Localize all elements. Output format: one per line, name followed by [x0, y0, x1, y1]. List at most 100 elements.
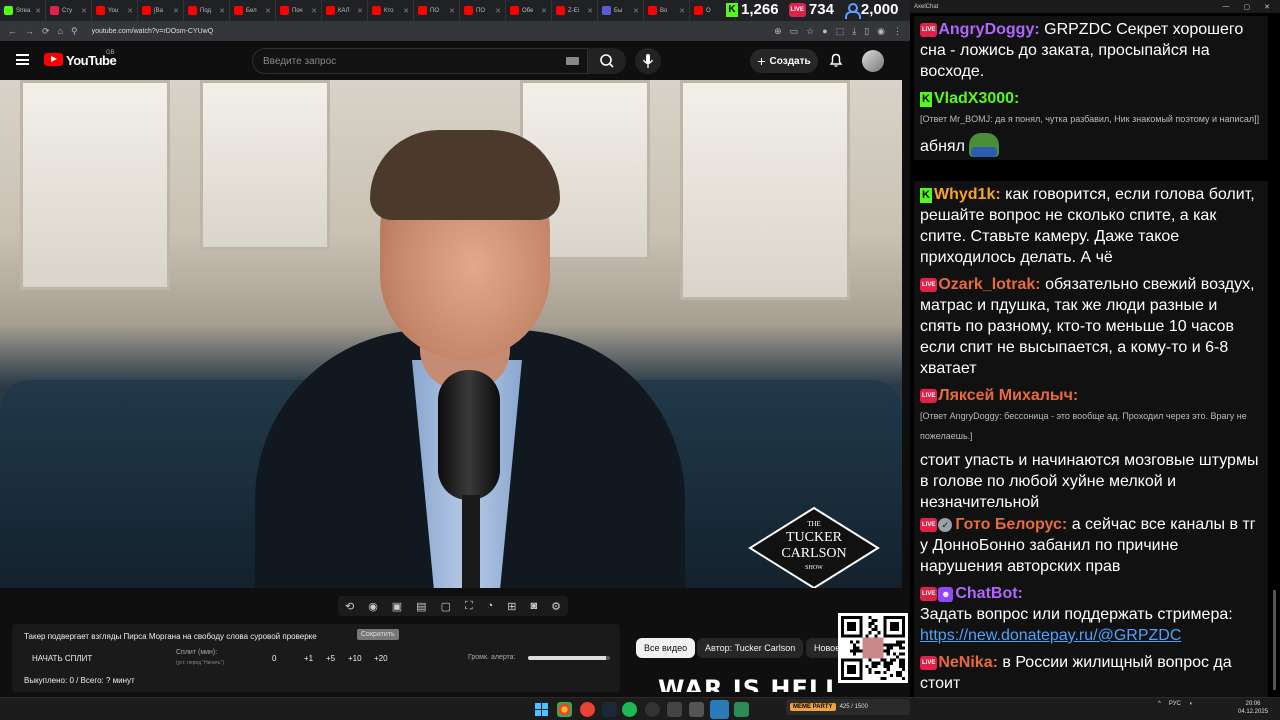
maximize-icon[interactable]: ▢ [1244, 3, 1251, 11]
forward-icon[interactable]: → [25, 26, 34, 36]
close-tab-icon[interactable]: ✕ [587, 7, 593, 15]
chip-new[interactable]: Новое [806, 638, 840, 658]
browser-tab[interactable]: КАЛ ✕ [322, 0, 368, 21]
bookmark-star-icon[interactable]: ☆ [806, 26, 814, 37]
start-split-button[interactable]: НАЧАТЬ СПЛИТ [32, 654, 92, 663]
browser-tab[interactable]: Бел ✕ [230, 0, 276, 21]
browser-tab[interactable]: You ✕ [92, 0, 138, 21]
broadcast-icon[interactable]: ◉ [368, 600, 378, 613]
studio-microphone [438, 370, 500, 500]
extension-icon[interactable]: ● [822, 26, 827, 36]
add-5-button[interactable]: +5 [326, 654, 335, 663]
menu-icon[interactable]: ⋮ [893, 26, 902, 37]
app-icon[interactable] [734, 702, 749, 717]
close-tab-icon[interactable]: ✕ [633, 7, 639, 15]
close-tab-icon[interactable]: ✕ [173, 7, 179, 15]
download-icon[interactable]: ⤓ [852, 26, 856, 37]
donate-link[interactable]: https://new.donatepay.ru/@GRPZDC [920, 627, 1181, 644]
keyboard-icon[interactable] [566, 57, 579, 65]
camera-icon[interactable]: ◙ [530, 600, 537, 612]
close-tab-icon[interactable]: ✕ [265, 7, 271, 15]
search-button[interactable] [588, 48, 626, 74]
tab-favicon-icon [326, 6, 335, 15]
hamburger-menu-icon[interactable] [16, 54, 29, 65]
profile-icon[interactable]: ◉ [877, 26, 885, 37]
notifications-bell-icon[interactable] [828, 52, 844, 68]
browser-tab[interactable]: Бы ✕ [598, 0, 644, 21]
browser-tab[interactable]: Strea ✕ [0, 0, 46, 21]
add-icon[interactable]: ⊞ [507, 600, 516, 613]
chip-author[interactable]: Автор: Tucker Carlson [697, 638, 804, 658]
chrome-icon[interactable] [557, 702, 572, 717]
video-player[interactable]: THE TUCKER CARLSON SHOW [0, 80, 902, 588]
minimize-icon[interactable]: — [1223, 3, 1230, 11]
browser-tab[interactable]: Обе ✕ [506, 0, 552, 21]
app-icon[interactable] [689, 702, 704, 717]
reload-icon[interactable]: ⟳ [42, 26, 50, 37]
volume-icon[interactable]: ◖ [1189, 701, 1193, 707]
gear-icon[interactable]: ⚙ [551, 600, 561, 613]
close-tab-icon[interactable]: ✕ [219, 7, 225, 15]
browser-tab[interactable]: Под ✕ [184, 0, 230, 21]
view-icon[interactable]: ▣ [392, 600, 402, 613]
close-tab-icon[interactable]: ✕ [311, 7, 317, 15]
system-clock[interactable]: 20:06 04.12.2025 [1238, 700, 1268, 716]
zoom-icon[interactable]: ⊕ [774, 26, 782, 37]
language-indicator[interactable]: РУС [1169, 701, 1181, 707]
axelchat-icon[interactable] [710, 700, 729, 719]
tucker-carlson-show-logo: THE TUCKER CARLSON SHOW [748, 506, 880, 588]
account-avatar[interactable] [862, 50, 884, 72]
youtube-logo-icon[interactable] [44, 53, 63, 66]
browser-tab[interactable]: Z-Ei ✕ [552, 0, 598, 21]
site-info-icon[interactable]: ⚲ [71, 26, 78, 37]
close-tab-icon[interactable]: ✕ [495, 7, 501, 15]
film-icon[interactable]: ▤ [416, 600, 426, 613]
close-tab-icon[interactable]: ✕ [127, 7, 133, 15]
chip-all-videos[interactable]: Все видео [636, 638, 696, 658]
browser-tab[interactable]: ПО ✕ [460, 0, 506, 21]
close-icon[interactable]: ✕ [1264, 3, 1270, 11]
close-tab-icon[interactable]: ✕ [81, 7, 87, 15]
chevron-up-icon[interactable]: ^ [1158, 701, 1161, 707]
loop-icon[interactable]: ⟲ [345, 600, 354, 613]
sidepanel-icon[interactable]: ▯ [864, 26, 869, 37]
windows-start-icon[interactable] [535, 703, 548, 716]
steam-icon[interactable] [602, 702, 617, 717]
install-icon[interactable]: ▭ [790, 26, 799, 37]
alert-volume-slider[interactable] [528, 656, 610, 660]
chat-message: LIVE Ozark_lotrak: обязательно свежий воз… [914, 271, 1268, 382]
browser-tab[interactable]: [Ва ✕ [138, 0, 184, 21]
close-tab-icon[interactable]: ✕ [35, 7, 41, 15]
back-icon[interactable]: ← [8, 26, 17, 36]
browser-tab[interactable]: Кто ✕ [368, 0, 414, 21]
spotify-icon[interactable] [622, 702, 637, 717]
close-tab-icon[interactable]: ✕ [541, 7, 547, 15]
shorten-button[interactable]: Сократить [357, 629, 399, 640]
browser-tab[interactable]: Поч ✕ [276, 0, 322, 21]
browser-tab[interactable]: ПО ✕ [414, 0, 460, 21]
add-1-button[interactable]: +1 [304, 654, 313, 663]
speed-icon[interactable]: ◔ [487, 600, 494, 612]
chat-scrollbar[interactable] [1273, 590, 1276, 690]
search-input[interactable]: Введите запрос [252, 48, 588, 74]
add-10-button[interactable]: +10 [348, 654, 362, 663]
obs-icon[interactable] [645, 702, 660, 717]
create-button[interactable]: + Создать [750, 49, 818, 73]
screen-icon[interactable]: ▢ [441, 600, 451, 613]
fullscreen-icon[interactable]: ⛶ [465, 600, 473, 613]
home-icon[interactable]: ⌂ [58, 26, 63, 36]
app-icon[interactable] [667, 702, 682, 717]
close-tab-icon[interactable]: ✕ [679, 7, 685, 15]
close-tab-icon[interactable]: ✕ [403, 7, 409, 15]
browser-tab[interactable]: Сту ✕ [46, 0, 92, 21]
url-field[interactable]: youtube.com/watch?v=rDOsm-CYUwQ [92, 28, 214, 35]
recommended-thumbnail-text[interactable]: WAR IS HELL [658, 674, 841, 692]
split-summary: Выкуплено: 0 / Всего: ? минут [24, 676, 135, 685]
add-20-button[interactable]: +20 [374, 654, 388, 663]
app-icon[interactable] [580, 702, 595, 717]
close-tab-icon[interactable]: ✕ [449, 7, 455, 15]
extensions-icon[interactable]: ⬚ [836, 26, 845, 37]
close-tab-icon[interactable]: ✕ [357, 7, 363, 15]
voice-search-button[interactable] [635, 48, 661, 74]
browser-tab[interactable]: Во ✕ [644, 0, 690, 21]
